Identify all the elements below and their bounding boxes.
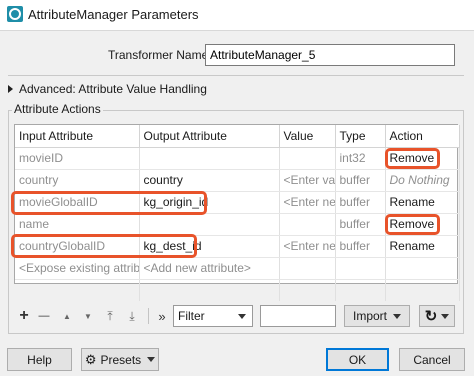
ok-button[interactable]: OK bbox=[326, 348, 389, 371]
title-bar: AttributeManager Parameters bbox=[0, 0, 474, 30]
action-cell[interactable]: Do Nothing bbox=[385, 169, 460, 192]
transformer-name-input[interactable] bbox=[205, 44, 455, 66]
cancel-button[interactable]: Cancel bbox=[399, 348, 465, 371]
advanced-section-toggle[interactable]: Advanced: Attribute Value Handling bbox=[8, 82, 207, 96]
filter-value: Filter bbox=[178, 309, 205, 323]
output-cell[interactable] bbox=[139, 213, 280, 236]
toolbar-separator bbox=[148, 308, 149, 324]
type-cell: int32 bbox=[335, 147, 386, 170]
type-cell: buffer bbox=[335, 235, 386, 258]
import-label: Import bbox=[352, 309, 387, 323]
refresh-button[interactable]: ↻ bbox=[419, 305, 455, 327]
advanced-section-label: Advanced: Attribute Value Handling bbox=[19, 82, 207, 96]
action-cell[interactable]: Rename bbox=[385, 191, 460, 214]
output-cell[interactable]: kg_dest_id bbox=[139, 235, 280, 258]
move-bottom-button[interactable]: ⤓ bbox=[124, 306, 140, 326]
chevron-down-icon bbox=[441, 313, 450, 319]
column-header-output[interactable]: Output Attribute bbox=[139, 125, 280, 148]
type-cell: buffer bbox=[335, 191, 386, 214]
move-top-button[interactable]: ⤒ bbox=[102, 306, 118, 326]
column-header-action[interactable]: Action bbox=[385, 125, 460, 148]
collapse-button[interactable]: » bbox=[154, 306, 170, 326]
table-header-row: Input Attribute Output Attribute Value T… bbox=[15, 125, 460, 148]
app-icon bbox=[7, 6, 23, 22]
input-cell[interactable]: movieID bbox=[15, 147, 140, 170]
filter-dropdown[interactable]: Filter bbox=[173, 305, 253, 327]
value-cell bbox=[279, 257, 336, 280]
cancel-label: Cancel bbox=[413, 352, 451, 367]
dialog-body: Transformer Name: Advanced: Attribute Va… bbox=[0, 30, 474, 376]
column-header-value[interactable]: Value bbox=[279, 125, 336, 148]
chevron-down-icon bbox=[238, 314, 246, 319]
move-up-button[interactable]: ▲ bbox=[59, 306, 75, 326]
attribute-table: Input Attribute Output Attribute Value T… bbox=[14, 124, 460, 301]
table-row[interactable]: countryGlobalID kg_dest_id <Enter new bu… bbox=[15, 235, 460, 258]
table-row[interactable]: name buffer Remove bbox=[15, 213, 460, 236]
expand-triangle-icon bbox=[8, 85, 13, 93]
output-cell[interactable]: country bbox=[139, 169, 280, 192]
table-row[interactable]: <Expose existing attribute> <Add new att… bbox=[15, 257, 460, 280]
input-cell[interactable]: countryGlobalID bbox=[15, 235, 140, 258]
ok-label: OK bbox=[348, 352, 367, 367]
column-header-input[interactable]: Input Attribute bbox=[15, 125, 140, 148]
chevron-down-icon bbox=[147, 357, 156, 362]
move-down-button[interactable]: ▼ bbox=[80, 306, 96, 326]
type-cell bbox=[335, 257, 386, 280]
input-cell[interactable]: country bbox=[15, 169, 140, 192]
output-cell[interactable] bbox=[139, 147, 280, 170]
input-cell[interactable]: movieGlobalID bbox=[15, 191, 140, 214]
gear-icon: ⚙ bbox=[84, 351, 97, 367]
divider bbox=[8, 75, 464, 76]
presets-label: Presets bbox=[100, 352, 142, 367]
value-cell[interactable] bbox=[279, 213, 336, 236]
table-row[interactable]: movieGlobalID kg_origin_id <Enter new bu… bbox=[15, 191, 460, 214]
output-cell[interactable]: kg_origin_id bbox=[139, 191, 280, 214]
table-row[interactable]: country country <Enter value> buffer Do … bbox=[15, 169, 460, 192]
value-cell[interactable] bbox=[279, 147, 336, 170]
add-new-attribute-cell[interactable]: <Add new attribute> bbox=[139, 257, 280, 280]
table-row[interactable]: movieID int32 Remove bbox=[15, 147, 460, 170]
action-cell[interactable]: Rename bbox=[385, 235, 460, 258]
expose-existing-attribute-cell[interactable]: <Expose existing attribute> bbox=[15, 257, 140, 280]
refresh-icon: ↻ bbox=[424, 308, 438, 325]
import-button[interactable]: Import bbox=[344, 305, 410, 327]
chevron-down-icon bbox=[393, 313, 401, 319]
remove-row-button[interactable]: — bbox=[36, 306, 52, 326]
type-cell: buffer bbox=[335, 213, 386, 236]
value-cell[interactable]: <Enter new bbox=[279, 191, 336, 214]
help-button[interactable]: Help bbox=[7, 348, 72, 371]
column-header-type[interactable]: Type bbox=[335, 125, 386, 148]
window-title: AttributeManager Parameters bbox=[28, 7, 199, 22]
presets-button[interactable]: ⚙ Presets bbox=[81, 348, 159, 371]
action-cell[interactable]: Remove bbox=[385, 213, 460, 236]
empty-row bbox=[15, 279, 460, 301]
value-cell[interactable]: <Enter value> bbox=[279, 169, 336, 192]
action-cell bbox=[385, 257, 460, 280]
transformer-name-label: Transformer Name: bbox=[108, 48, 212, 62]
help-label: Help bbox=[27, 352, 52, 367]
value-cell[interactable]: <Enter new bbox=[279, 235, 336, 258]
table-toolbar: + — ▲ ▼ ⤒ ⤓ » Filter Import ↻ bbox=[14, 304, 458, 328]
filter-input[interactable] bbox=[260, 305, 336, 327]
add-row-button[interactable]: + bbox=[16, 306, 32, 326]
type-cell: buffer bbox=[335, 169, 386, 192]
input-cell[interactable]: name bbox=[15, 213, 140, 236]
action-cell[interactable]: Remove bbox=[385, 147, 460, 170]
attribute-actions-title: Attribute Actions bbox=[12, 102, 103, 116]
